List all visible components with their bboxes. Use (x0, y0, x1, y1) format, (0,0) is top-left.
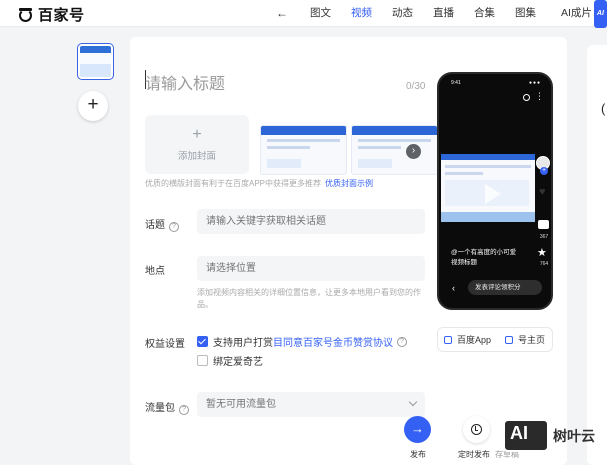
preview-tab-homepage[interactable]: 号主页 (505, 333, 545, 346)
timed-publish-label: 定时发布 (458, 450, 490, 459)
cover-example-link[interactable]: 优质封面示例 (325, 179, 373, 188)
back-arrow-icon[interactable]: ← (276, 6, 288, 20)
nav-ai-video[interactable]: AI成片 AI (561, 0, 607, 28)
video-thumbnail-selected[interactable] (77, 43, 114, 80)
video-thumbnail-image (80, 46, 111, 77)
preview-tab-app-label: 百度App (457, 335, 492, 345)
side-panel-glyph: ( (601, 101, 606, 116)
back-chevron-icon: ‹ (452, 283, 455, 293)
comment-count: 367 (539, 234, 549, 240)
nav-tab-video[interactable]: 视频 (351, 0, 372, 27)
location-input[interactable] (197, 256, 425, 281)
traffic-label: 流量包? (145, 399, 189, 415)
nav-tab-live[interactable]: 直播 (433, 0, 454, 27)
phone-time: 9:41 (451, 80, 461, 86)
help-icon[interactable]: ? (169, 222, 179, 232)
preview-tab-baidu-app[interactable]: 百度App (444, 333, 491, 346)
watermark-logo-text: AI (510, 423, 528, 443)
topic-input[interactable] (197, 209, 425, 234)
location-hint: 添加视频内容相关的详细位置信息，让更多本地用户看到您的作品。 (197, 288, 421, 309)
cover-template[interactable] (260, 125, 347, 175)
baijiahao-logo-icon (18, 7, 34, 23)
content-type-nav: 图文 视频 动态 直播 合集 图集 (300, 0, 546, 27)
add-cover-label: 添加封面 (177, 151, 216, 162)
phone-preview: 9:41 ●●● ⋮ + ♥ 367 ★ 764 @一个有高度的小可爱 视频标题… (437, 72, 553, 310)
title-input[interactable]: 请输入标题 (145, 70, 225, 94)
rights-label: 权益设置 (145, 339, 185, 350)
help-icon[interactable]: ? (179, 405, 189, 415)
iqiyi-checkbox[interactable] (197, 355, 208, 366)
preview-tab-home-label: 号主页 (518, 335, 546, 345)
baijiahao-logo[interactable]: 百家号 (18, 4, 85, 25)
star-icon: ★ (537, 247, 547, 259)
iqiyi-text: 绑定爱奇艺 (213, 357, 263, 368)
title-char-count: 0/30 (406, 81, 426, 92)
publish-label: 发布 (410, 450, 426, 459)
cover-hint-text: 优质的横版封面有利于在百度APP中获得更多推荐 (145, 179, 322, 188)
cover-hint: 优质的横版封面有利于在百度APP中获得更多推荐 优质封面示例 (145, 178, 373, 189)
reward-option[interactable]: 支持用户打赏 目同意百家号金币赞赏协议? (197, 334, 407, 349)
nav-tab-collection[interactable]: 合集 (474, 0, 495, 27)
comment-icon (538, 220, 549, 229)
search-icon (523, 94, 530, 101)
preview-caption: @一个有高度的小可爱 视频标题 (451, 249, 517, 266)
watermark: AI 树叶云 (503, 419, 595, 452)
reward-checkbox[interactable] (197, 336, 208, 347)
add-cover-button[interactable]: + 添加封面 (145, 115, 249, 174)
traffic-label-text: 流量包 (145, 403, 175, 414)
timed-publish-button[interactable] (463, 416, 490, 443)
preview-tabs: 百度App 号主页 (437, 327, 553, 352)
more-icon: ⋮ (535, 91, 544, 101)
chevron-right-icon[interactable]: › (406, 144, 421, 159)
watermark-logo: AI (503, 419, 549, 452)
nav-tab-gallery[interactable]: 图集 (515, 0, 536, 27)
comment-prompt: 发表评论领积分 (468, 280, 542, 295)
favorite-count: 764 (539, 261, 549, 267)
phone-status-icons: ●●● (528, 80, 541, 86)
ai-video-label: AI成片 (561, 7, 592, 19)
location-label: 地点 (145, 266, 165, 277)
topic-label: 话题? (145, 216, 179, 232)
help-icon[interactable]: ? (397, 336, 407, 347)
nav-tab-article[interactable]: 图文 (310, 0, 331, 27)
ai-badge-icon: AI (593, 0, 607, 28)
follow-plus-icon: + (540, 167, 548, 175)
play-icon (485, 184, 501, 204)
add-video-button[interactable]: + (78, 91, 108, 121)
top-header: 百家号 ← 图文 视频 动态 直播 合集 图集 AI成片 AI (0, 0, 607, 28)
nav-tab-dynamic[interactable]: 动态 (392, 0, 413, 27)
iqiyi-option[interactable]: 绑定爱奇艺 (197, 353, 263, 368)
clock-icon (471, 424, 482, 435)
plus-icon: + (192, 126, 202, 143)
watermark-text: 树叶云 (553, 427, 595, 444)
publish-button[interactable]: → (404, 416, 431, 443)
home-icon (505, 335, 514, 344)
reward-agreement-link[interactable]: 目同意百家号金币赞赏协议 (273, 334, 393, 349)
cover-template[interactable] (351, 125, 438, 175)
reward-text: 支持用户打赏 (213, 338, 273, 349)
heart-icon: ♥ (539, 186, 546, 198)
topic-label-text: 话题 (145, 220, 165, 231)
traffic-package-select[interactable] (197, 392, 425, 417)
app-icon (444, 335, 452, 344)
logo-text: 百家号 (38, 7, 85, 24)
